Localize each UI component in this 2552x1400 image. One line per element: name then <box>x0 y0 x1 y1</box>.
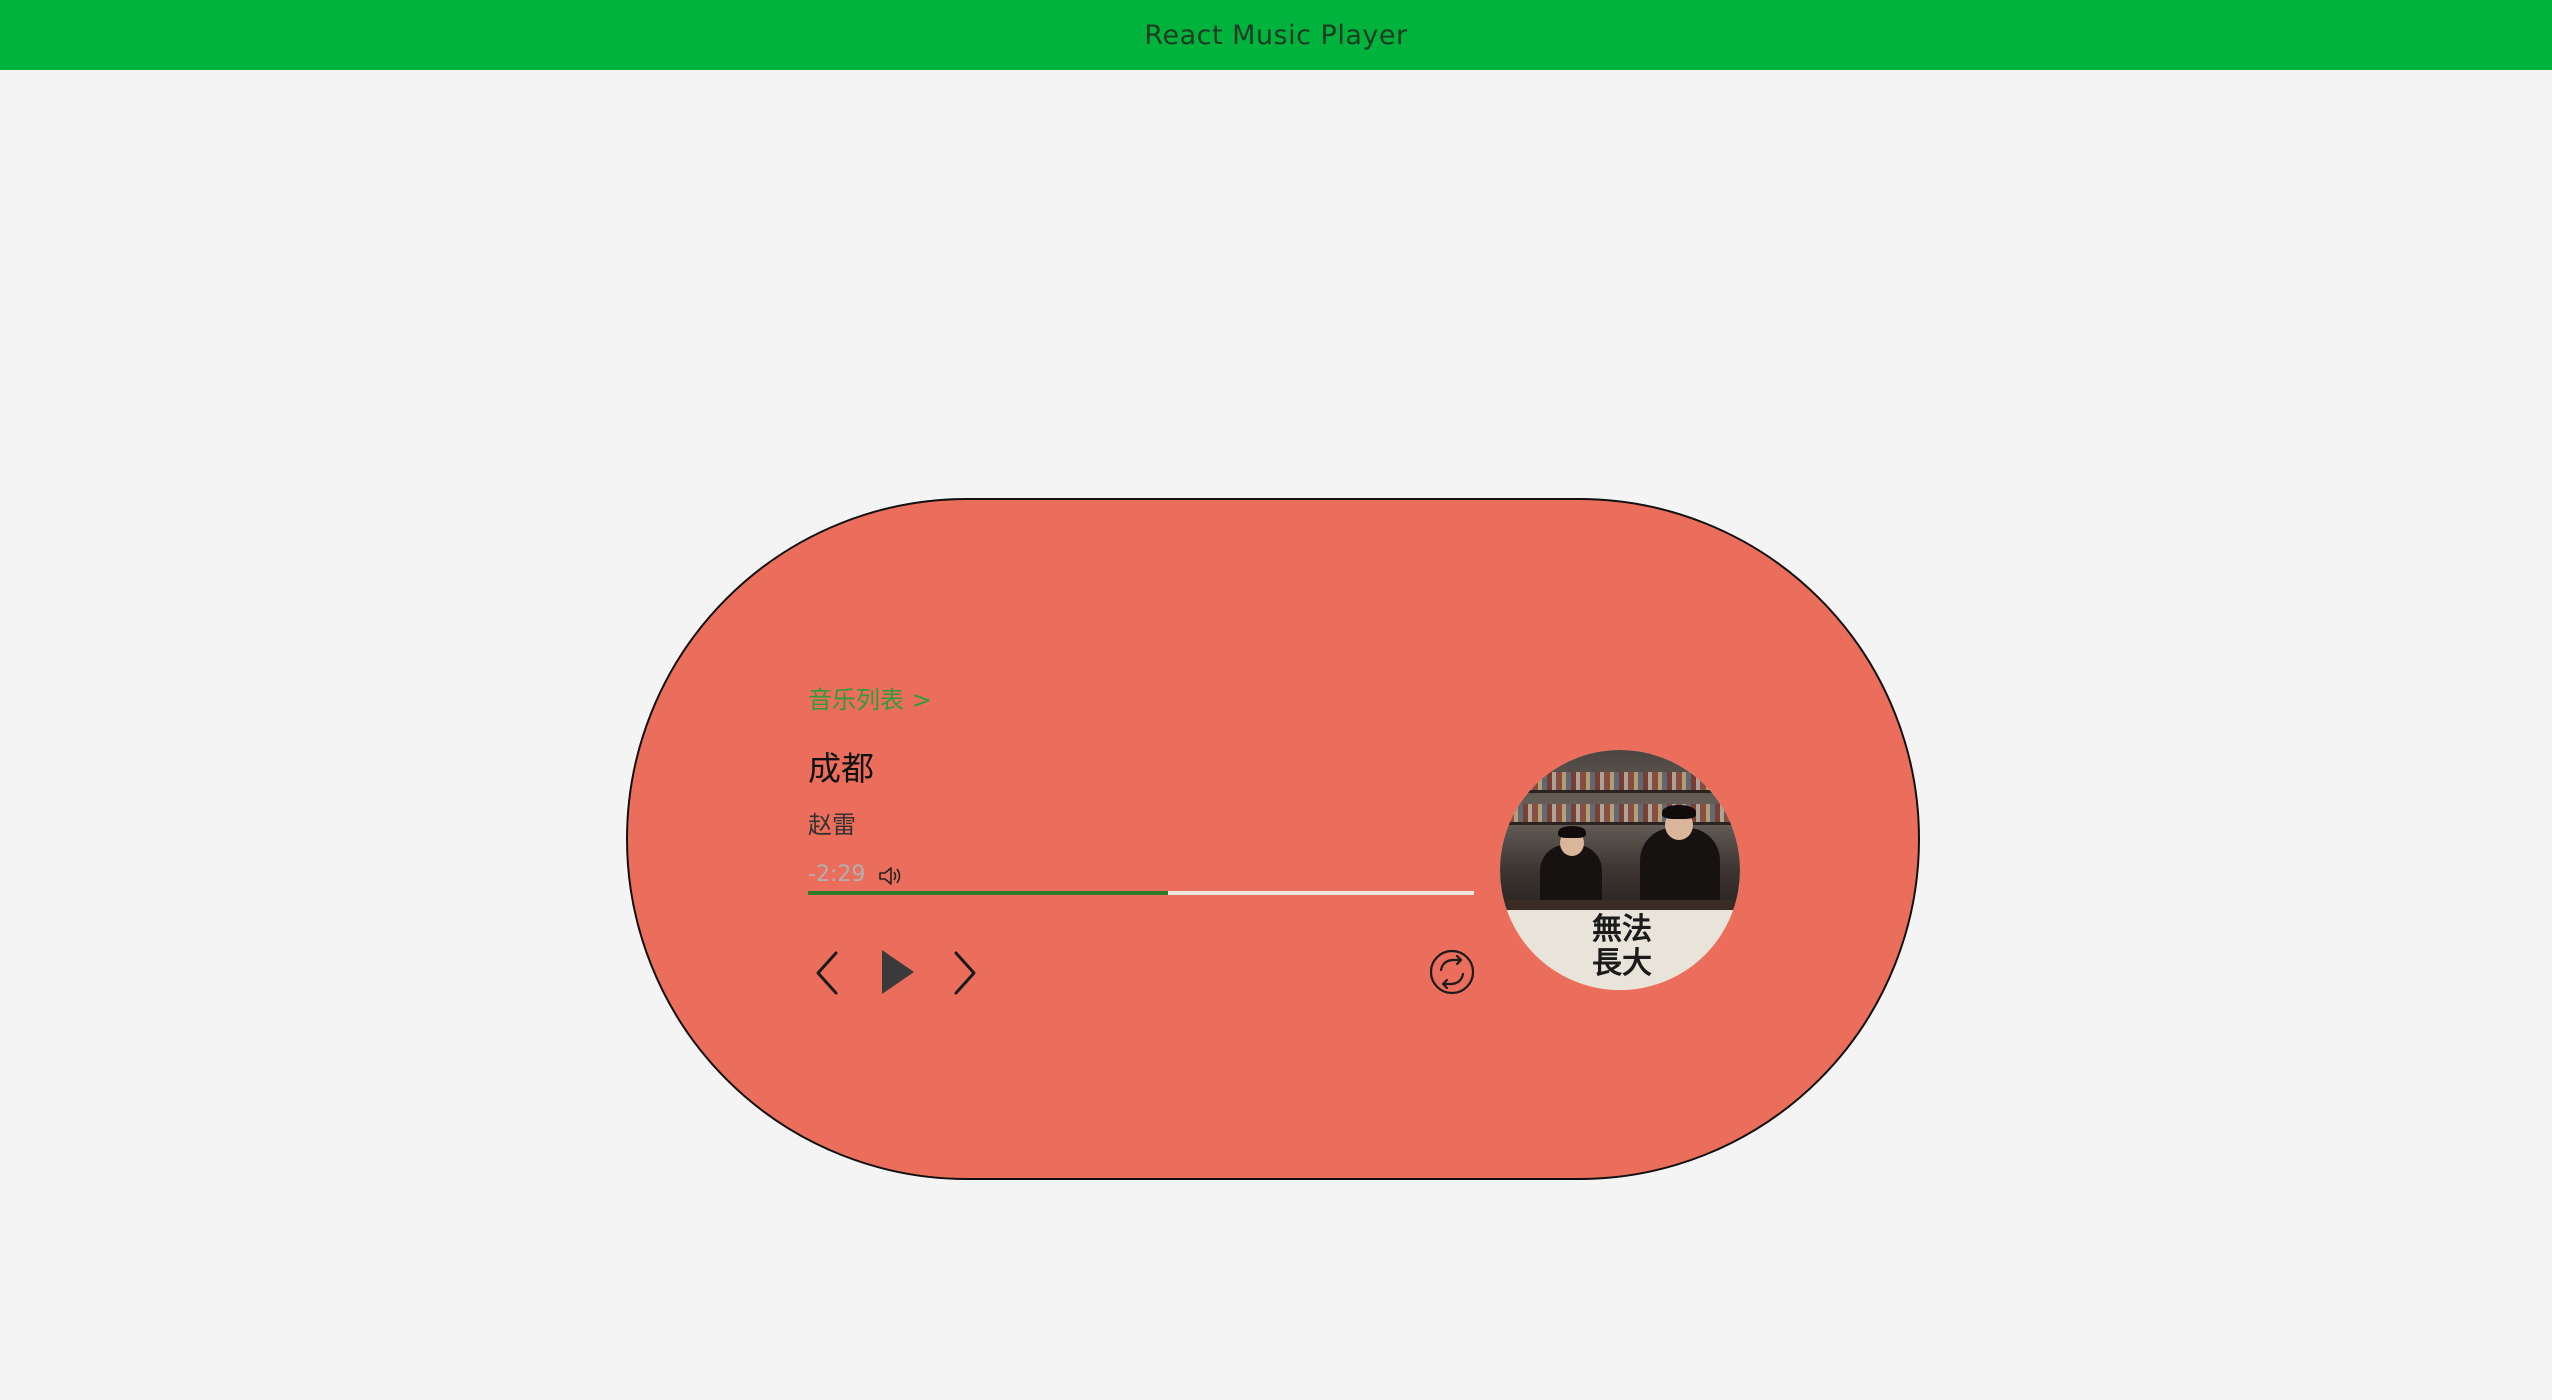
song-title: 成都 <box>808 749 874 788</box>
repeat-button[interactable] <box>1428 948 1476 998</box>
artist-name: 赵雷 <box>808 811 856 839</box>
album-cover: 無法長大 <box>1500 750 1740 990</box>
music-list-link[interactable]: 音乐列表 > <box>808 680 932 715</box>
prev-icon <box>816 951 838 995</box>
app-title: React Music Player <box>1144 19 1408 51</box>
volume-icon[interactable] <box>878 867 904 885</box>
cover-title-calligraphy: 無法長大 <box>1592 912 1652 981</box>
next-button[interactable] <box>950 950 980 996</box>
cover-hair <box>1662 805 1696 819</box>
prev-button[interactable] <box>812 950 842 996</box>
cover-bookshelf <box>1508 804 1732 822</box>
app-header: React Music Player <box>0 0 2552 70</box>
cover-person <box>1640 828 1720 910</box>
cover-hair <box>1558 826 1586 838</box>
progress-bar[interactable] <box>808 891 1474 895</box>
cover-bookshelf <box>1508 772 1732 790</box>
next-icon <box>954 951 976 995</box>
cover-shelf <box>1500 822 1740 825</box>
cover-shelf <box>1500 790 1740 793</box>
cover-table <box>1500 900 1740 910</box>
time-remaining: -2:29 <box>808 862 866 887</box>
progress-fill <box>808 891 1168 895</box>
play-button[interactable] <box>878 948 918 996</box>
repeat-icon <box>1429 949 1475 995</box>
play-icon <box>882 950 914 994</box>
